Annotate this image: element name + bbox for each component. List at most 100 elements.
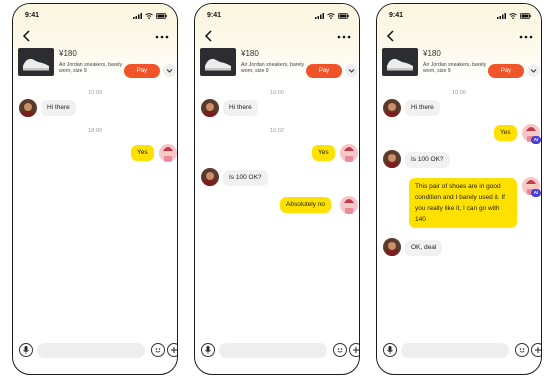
seller-avatar-image — [383, 150, 401, 168]
product-price: ¥180 — [59, 49, 77, 58]
message-bubble-outgoing: Yes — [494, 125, 517, 141]
message-bubble-incoming: OK, deal — [405, 240, 443, 256]
message-bubble-incoming: Hi there — [41, 100, 76, 116]
chevron-left-icon[interactable] — [21, 29, 33, 43]
emoji-button[interactable] — [515, 343, 529, 357]
more-dots-icon[interactable] — [337, 35, 351, 39]
status-icons — [497, 13, 531, 19]
signal-icon — [497, 13, 506, 19]
product-thumbnail[interactable] — [200, 48, 236, 76]
product-description: Air Jordan sneakers, barely worn, size 9 — [423, 62, 487, 75]
seller-avatar-image — [383, 99, 401, 117]
product-card[interactable]: ¥180 Air Jordan sneakers, barely worn, s… — [195, 48, 359, 82]
more-dots-icon[interactable] — [519, 35, 533, 39]
product-thumbnail[interactable] — [18, 48, 54, 76]
smiley-icon — [519, 348, 525, 353]
message-bubble-outgoing: Yes — [131, 145, 154, 161]
timestamp: 10:02 — [270, 128, 284, 134]
status-time: 9:41 — [25, 12, 40, 19]
pay-button[interactable]: Pay — [488, 64, 524, 78]
message-bubble-outgoing: Yes — [312, 145, 335, 161]
plus-button[interactable] — [167, 343, 177, 357]
buyer-avatar[interactable] — [159, 144, 177, 162]
ai-badge: AI — [531, 136, 541, 144]
sneaker-image — [387, 58, 413, 71]
chevron-left-icon[interactable] — [203, 29, 215, 43]
smiley-icon — [155, 348, 161, 353]
nav-bar — [195, 29, 359, 45]
emoji-button[interactable] — [151, 343, 165, 357]
nav-bar — [13, 29, 177, 45]
product-card[interactable]: ¥180 Air Jordan sneakers, barely worn, s… — [13, 48, 177, 82]
phone-screen-3: 9:41 ¥180 Air Jordan sneakers, barely wo… — [376, 3, 542, 375]
seller-avatar[interactable] — [201, 168, 219, 186]
pay-button[interactable]: Pay — [306, 64, 342, 78]
buyer-avatar-image — [340, 196, 358, 214]
status-bar: 9:41 — [13, 12, 177, 24]
status-icons — [315, 13, 349, 19]
product-card[interactable]: ¥180 Air Jordan sneakers, barely worn, s… — [377, 48, 541, 82]
seller-avatar[interactable] — [383, 238, 401, 256]
product-price: ¥180 — [423, 49, 441, 58]
plus-icon — [535, 347, 541, 353]
timestamp: 10:00 — [88, 90, 102, 96]
microphone-icon — [23, 346, 29, 354]
chevron-left-icon[interactable] — [385, 29, 397, 43]
message-input[interactable] — [219, 343, 327, 358]
seller-avatar[interactable] — [19, 99, 37, 117]
nav-bar — [377, 29, 541, 45]
message-bubble-incoming: Is 100 OK? — [223, 170, 268, 186]
seller-avatar[interactable] — [383, 99, 401, 117]
message-input[interactable] — [401, 343, 509, 358]
expand-button[interactable] — [527, 64, 540, 77]
emoji-button[interactable] — [333, 343, 347, 357]
status-bar: 9:41 — [195, 12, 359, 24]
buyer-avatar[interactable] — [340, 196, 358, 214]
mic-button[interactable] — [383, 343, 397, 357]
seller-avatar-image — [201, 168, 219, 186]
seller-avatar[interactable] — [383, 150, 401, 168]
microphone-icon — [205, 346, 211, 354]
wifi-icon — [509, 13, 517, 19]
sneaker-image — [205, 58, 231, 71]
message-bubble-outgoing-ai: This pair of shoes are in good condition… — [409, 178, 517, 228]
mic-button[interactable] — [201, 343, 215, 357]
battery-icon — [156, 13, 167, 19]
buyer-avatar-image — [340, 144, 358, 162]
mic-button[interactable] — [19, 343, 33, 357]
message-bubble-incoming: Is 100 OK? — [405, 152, 450, 168]
timestamp: 10:00 — [452, 90, 466, 96]
input-bar — [13, 342, 177, 360]
message-input[interactable] — [37, 343, 145, 358]
plus-button[interactable] — [531, 343, 541, 357]
plus-icon — [353, 347, 359, 353]
phone-screen-1: 9:41 ¥180 Air Jordan sneakers, barely wo… — [12, 3, 178, 375]
status-icons — [133, 13, 167, 19]
product-description: Air Jordan sneakers, barely worn, size 9 — [241, 62, 305, 75]
expand-button[interactable] — [163, 64, 176, 77]
chevron-down-icon — [166, 69, 173, 73]
pay-button[interactable]: Pay — [124, 64, 160, 78]
chevron-down-icon — [348, 69, 355, 73]
plus-button[interactable] — [349, 343, 359, 357]
stage: 9:41 ¥180 Air Jordan sneakers, barely wo… — [0, 0, 548, 379]
status-time: 9:41 — [207, 12, 222, 19]
timestamp: 10:00 — [270, 90, 284, 96]
battery-icon — [520, 13, 531, 19]
status-time: 9:41 — [389, 12, 404, 19]
input-bar — [195, 342, 359, 360]
ai-badge: AI — [531, 189, 541, 197]
chevron-down-icon — [530, 69, 537, 73]
phone-screen-2: 9:41 ¥180 Air Jordan sneakers, barely wo… — [194, 3, 360, 375]
more-dots-icon[interactable] — [155, 35, 169, 39]
expand-button[interactable] — [345, 64, 358, 77]
message-bubble-incoming: Hi there — [223, 100, 258, 116]
product-thumbnail[interactable] — [382, 48, 418, 76]
seller-avatar[interactable] — [201, 99, 219, 117]
seller-avatar-image — [19, 99, 37, 117]
sneaker-image — [23, 58, 49, 71]
wifi-icon — [327, 13, 335, 19]
product-description: Air Jordan sneakers, barely worn, size 9 — [59, 62, 123, 75]
signal-icon — [315, 13, 324, 19]
buyer-avatar[interactable] — [340, 144, 358, 162]
